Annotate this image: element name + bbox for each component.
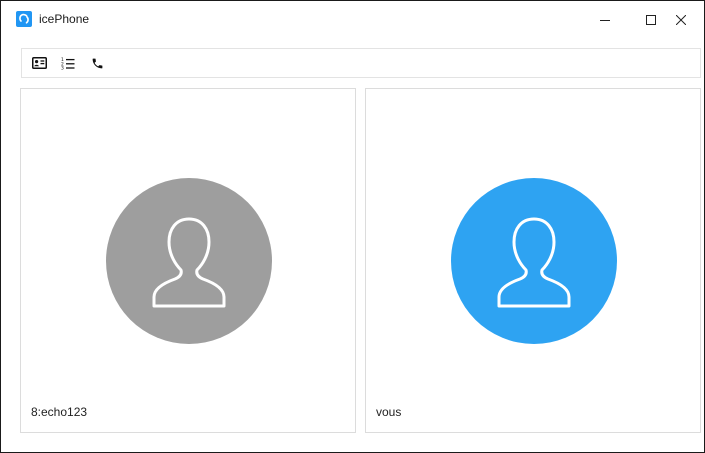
participant-name: vous xyxy=(376,405,402,419)
user-silhouette-icon xyxy=(497,217,571,308)
participant-name: 8:echo123 xyxy=(31,405,88,419)
maximize-icon xyxy=(646,15,656,25)
minimize-button[interactable] xyxy=(582,1,628,39)
window-title: icePhone xyxy=(39,12,90,26)
contacts-button[interactable] xyxy=(30,54,48,72)
minimize-icon xyxy=(600,20,610,21)
participant-panel-remote[interactable]: 8:echo123 xyxy=(20,88,356,433)
close-icon xyxy=(676,15,686,25)
title-bar[interactable]: icePhone xyxy=(1,1,704,39)
avatar xyxy=(451,178,617,344)
participant-panel-local[interactable]: vous xyxy=(365,88,701,433)
contact-card-icon xyxy=(31,57,47,69)
phone-icon xyxy=(92,58,102,68)
call-button[interactable] xyxy=(88,54,106,72)
app-logo-icon xyxy=(16,11,32,27)
toolbar: 1 2 3 xyxy=(21,48,701,78)
avatar xyxy=(106,178,272,344)
svg-text:3: 3 xyxy=(61,65,64,69)
numbered-list-icon: 1 2 3 xyxy=(61,57,75,70)
app-window: icePhone 1 2 3 8:echo123 vous xyxy=(0,0,705,453)
close-button[interactable] xyxy=(658,1,704,39)
history-button[interactable]: 1 2 3 xyxy=(59,54,77,72)
user-silhouette-icon xyxy=(152,217,226,308)
